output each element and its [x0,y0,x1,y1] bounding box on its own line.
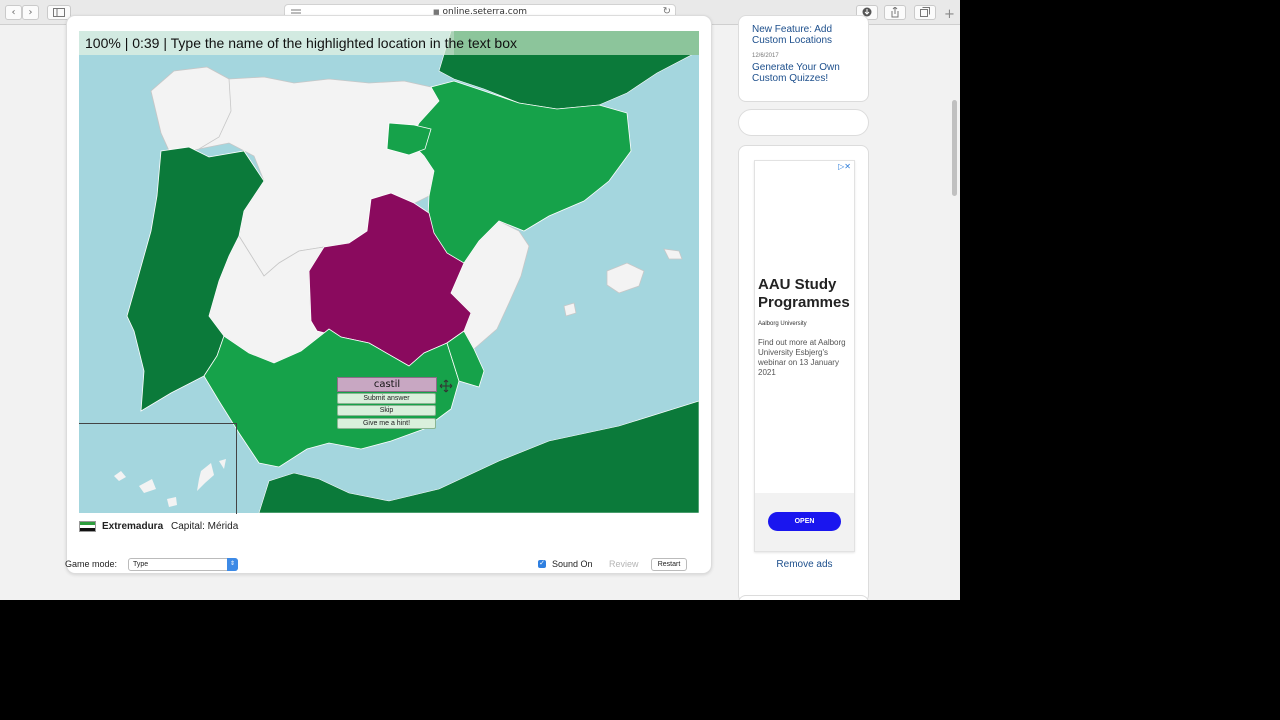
back-button[interactable]: ‹ [5,5,22,20]
game-mode-select[interactable]: Type ⇕ [128,558,238,571]
ad-title[interactable]: AAU Study Programmes [758,276,854,312]
map-region-balearics[interactable] [606,262,645,294]
share-icon [891,6,899,18]
new-tab-button[interactable]: + [944,8,955,21]
hint-button[interactable]: Give me a hint! [337,418,436,429]
region-name: Extremadura [102,521,164,532]
region-capital: Capital: Mérida [171,521,239,532]
ad-choices-icon[interactable]: ▷✕ [838,162,851,171]
restart-button[interactable]: Restart [651,558,687,571]
plus-icon: + [944,7,955,22]
next-card [738,595,869,600]
canary-inset-frame [79,423,237,514]
blank-card [738,109,869,136]
news-date: 12/6/2017 [752,53,779,59]
sound-checkbox[interactable]: ✓ [538,560,546,568]
status-bar: 100% | 0:39 | Type the name of the highl… [79,31,699,55]
sound-label: Sound On [552,559,593,569]
ad-company: Aalborg University [758,321,807,327]
share-button[interactable] [884,5,906,20]
ad-body: Find out more at Aalborg University Esbj… [758,338,846,377]
move-icon[interactable] [439,379,453,393]
sidebar-icon [53,8,65,17]
region-flag [79,521,96,532]
review-button[interactable]: Review [609,559,639,569]
news-link-custom-quizzes[interactable]: Generate Your Own Custom Quizzes! [752,62,852,84]
news-card: New Feature: Add Custom Locations 12/6/2… [738,15,869,102]
forward-button[interactable]: › [22,5,39,20]
chevron-left-icon: ‹ [11,7,16,18]
tabs-overview-button[interactable] [914,5,936,20]
remove-ads-link[interactable]: Remove ads [739,559,870,570]
flag-stripe-3 [80,528,95,531]
skip-button[interactable]: Skip [337,405,436,416]
ad-banner[interactable]: ▷✕ AAU Study Programmes Aalborg Universi… [754,160,855,552]
ad-open-button[interactable]: OPEN [768,512,841,531]
game-mode-value: Type [133,561,149,568]
tabs-icon [920,7,930,17]
page-content: 100% | 0:39 | Type the name of the highl… [0,15,960,600]
page-scrollbar[interactable] [952,100,957,196]
answer-box: Submit answer Skip Give me a hint! [336,377,456,433]
game-controls: Game mode: Type ⇕ ✓ Sound On Review Rest… [65,558,705,572]
chevron-updown-icon: ⇕ [227,558,238,571]
answer-input[interactable] [337,377,437,392]
submit-answer-button[interactable]: Submit answer [337,393,436,404]
ad-card: ▷✕ AAU Study Programmes Aalborg Universi… [738,145,869,600]
status-text: 100% | 0:39 | Type the name of the highl… [85,35,517,51]
chevron-right-icon: › [28,7,33,18]
browser-viewport: ‹ › ■ online.seterra.com ↻ + 100% | 0:39… [0,0,960,600]
game-mode-label: Game mode: [65,559,118,569]
news-link-custom-locations[interactable]: New Feature: Add Custom Locations [752,24,862,46]
